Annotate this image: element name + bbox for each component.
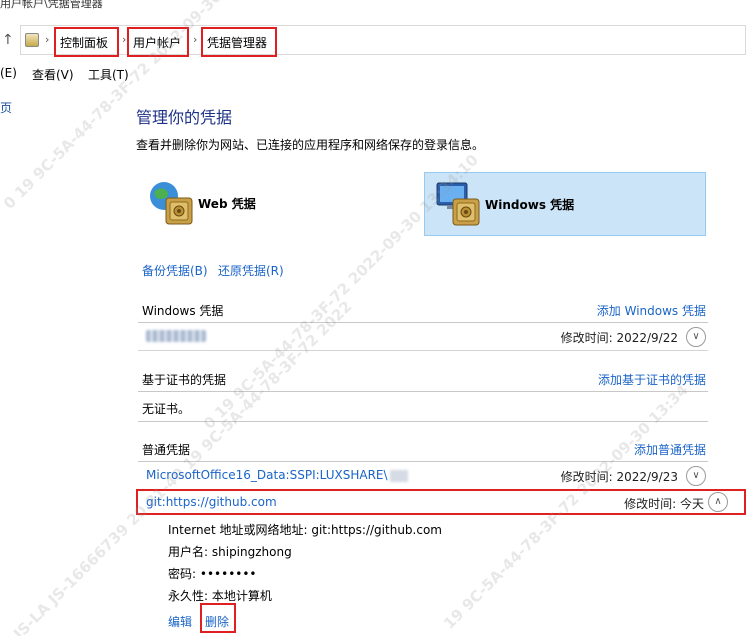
detail-label: Internet 地址或网络地址: bbox=[168, 523, 308, 537]
windows-credentials-label: Windows 凭据 bbox=[485, 198, 575, 212]
add-certificate-credential-link[interactable]: 添加基于证书的凭据 bbox=[598, 371, 706, 388]
modified-value: 今天 bbox=[679, 497, 704, 511]
credential-name: MicrosoftOffice16_Data:SSPI:LUXSHARE\ bbox=[146, 468, 408, 482]
menu-view[interactable]: 查看(V) bbox=[32, 66, 74, 83]
breadcrumb-control-panel[interactable]: 控制面板 bbox=[54, 27, 119, 57]
detail-label: 永久性: bbox=[168, 589, 209, 603]
section-divider bbox=[138, 421, 708, 422]
detail-username: 用户名: shipingzhong bbox=[168, 543, 292, 560]
modified-label: 修改时间: bbox=[560, 331, 613, 345]
menu-bar: (E) 查看(V) 工具(T) bbox=[0, 62, 746, 84]
modified-value: 2022/9/22 bbox=[616, 331, 678, 345]
github-credential-row[interactable]: git:https://github.com 修改时间: 今天 ∧ bbox=[136, 489, 746, 515]
edit-credential-link[interactable]: 编辑 bbox=[168, 613, 192, 630]
up-arrow-icon[interactable]: ↑ bbox=[2, 31, 16, 49]
modified-label: 修改时间: bbox=[624, 497, 677, 511]
left-pane-link[interactable]: 页 bbox=[0, 99, 12, 116]
backup-credentials-link[interactable]: 备份凭据(B) bbox=[142, 262, 208, 279]
generic-credentials-heading: 普通凭据 bbox=[142, 443, 191, 457]
delete-credential-link[interactable]: 删除 bbox=[200, 603, 236, 633]
section-divider bbox=[138, 391, 708, 392]
breadcrumb-separator-icon: › bbox=[45, 33, 50, 46]
modified-time: 修改时间: 2022/9/22 bbox=[561, 329, 678, 346]
add-windows-credential-link[interactable]: 添加 Windows 凭据 bbox=[597, 302, 706, 319]
globe-vault-icon bbox=[150, 182, 193, 225]
modified-time: 修改时间: 今天 bbox=[624, 495, 704, 512]
modified-label: 修改时间: bbox=[560, 470, 613, 484]
detail-label: 用户名: bbox=[168, 545, 209, 559]
credential-name: git:https://github.com bbox=[146, 495, 277, 509]
address-box[interactable]: › 控制面板 › 用户帐户 › 凭据管理器 bbox=[20, 25, 746, 57]
monitor-vault-icon bbox=[436, 182, 480, 226]
modified-time: 修改时间: 2022/9/23 bbox=[561, 468, 678, 485]
breadcrumb-separator-icon: › bbox=[193, 33, 198, 46]
breadcrumb-user-accounts[interactable]: 用户帐户 bbox=[127, 27, 189, 57]
section-divider bbox=[138, 322, 708, 323]
windows-credential-row[interactable]: 修改时间: 2022/9/22 ∨ bbox=[138, 324, 708, 351]
modified-value: 2022/9/23 bbox=[616, 470, 678, 484]
breadcrumb-credential-manager[interactable]: 凭据管理器 bbox=[201, 27, 277, 57]
menu-tools[interactable]: 工具(T) bbox=[88, 66, 129, 83]
detail-address: Internet 地址或网络地址: git:https://github.com bbox=[168, 521, 442, 538]
web-credentials-label: Web 凭据 bbox=[198, 197, 256, 211]
chevron-down-icon[interactable]: ∨ bbox=[686, 466, 706, 486]
credential-name-text: MicrosoftOffice16_Data:SSPI:LUXSHARE\ bbox=[146, 468, 388, 482]
page-title: 管理你的凭据 bbox=[136, 108, 233, 127]
detail-persistence: 永久性: 本地计算机 bbox=[168, 587, 272, 604]
window-title-text: 用户帐户\凭据管理器 bbox=[0, 0, 103, 10]
control-panel-icon bbox=[25, 33, 39, 47]
add-generic-credential-link[interactable]: 添加普通凭据 bbox=[634, 441, 706, 458]
window-title: 用户帐户\凭据管理器 bbox=[0, 0, 746, 14]
windows-credentials-heading: Windows 凭据 bbox=[142, 304, 224, 318]
redacted-suffix bbox=[389, 469, 408, 482]
certificate-credentials-heading: 基于证书的凭据 bbox=[142, 373, 227, 387]
chevron-down-icon[interactable]: ∨ bbox=[686, 327, 706, 347]
detail-value: git:https://github.com bbox=[311, 523, 442, 537]
web-credentials-tile[interactable]: Web 凭据 bbox=[140, 172, 410, 236]
detail-label: 密码: bbox=[168, 567, 197, 581]
redacted-credential-name bbox=[146, 330, 206, 342]
menu-edit[interactable]: (E) bbox=[0, 66, 17, 80]
restore-credentials-link[interactable]: 还原凭据(R) bbox=[218, 262, 284, 279]
detail-value: •••••••• bbox=[199, 567, 257, 581]
detail-value: 本地计算机 bbox=[211, 589, 272, 603]
breadcrumb-separator-icon: › bbox=[122, 33, 127, 46]
section-divider bbox=[138, 461, 708, 462]
page-description: 查看并删除你为网站、已连接的应用程序和网络保存的登录信息。 bbox=[136, 138, 485, 152]
chevron-up-icon[interactable]: ∧ bbox=[708, 492, 728, 512]
detail-value: shipingzhong bbox=[211, 545, 292, 559]
detail-password: 密码: •••••••• bbox=[168, 565, 257, 582]
generic-credential-row[interactable]: MicrosoftOffice16_Data:SSPI:LUXSHARE\ 修改… bbox=[138, 463, 708, 489]
no-certificates-text: 无证书。 bbox=[142, 402, 191, 416]
windows-credentials-tile[interactable]: Windows 凭据 bbox=[424, 172, 706, 236]
row-divider bbox=[138, 350, 708, 351]
address-bar: ↑ › 控制面板 › 用户帐户 › 凭据管理器 bbox=[0, 22, 746, 58]
